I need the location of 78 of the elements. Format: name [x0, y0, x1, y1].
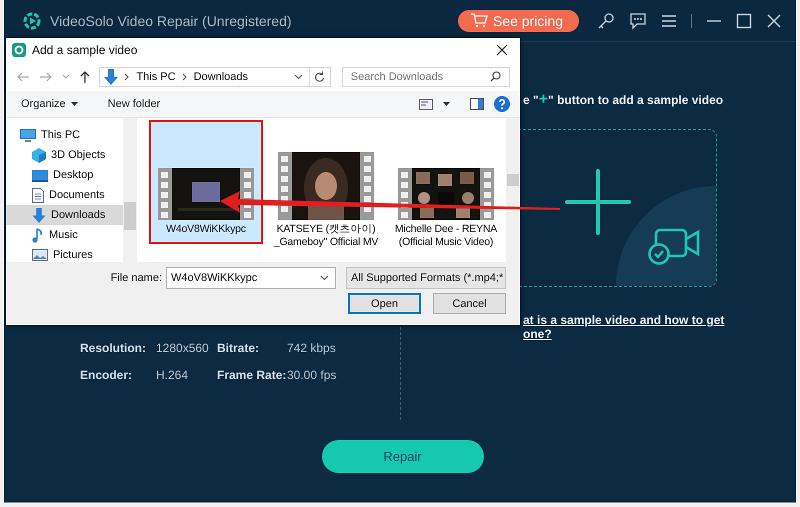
info-label: Frame Rate:	[217, 368, 287, 382]
nav-item[interactable]: 3D Objects	[6, 145, 123, 165]
desktop-icon	[32, 168, 48, 182]
open-button[interactable]: Open	[348, 293, 421, 314]
instruction-text: e "+" button to add a sample video	[523, 91, 724, 109]
search-field[interactable]: Search Downloads	[342, 66, 510, 86]
help-icon[interactable]	[494, 96, 510, 112]
refresh-icon	[314, 70, 326, 82]
info-label: Resolution:	[80, 341, 147, 355]
nav-label: Downloads	[51, 209, 106, 221]
help-link[interactable]: at is a sample video and how to get one?	[523, 313, 743, 341]
chevron-right-icon	[182, 72, 188, 80]
breadcrumb-item[interactable]: This PC	[136, 70, 176, 82]
chevron-down-icon	[320, 275, 329, 281]
nav-item[interactable]: Documents	[6, 185, 123, 205]
logo-icon	[22, 10, 42, 30]
nav-label: 3D Objects	[51, 149, 106, 161]
chevron-down-icon[interactable]	[294, 74, 303, 80]
file-name-value: W4oV8WiKKkypc	[171, 272, 258, 284]
caret-icon	[70, 102, 78, 106]
nav-item[interactable]: Pictures	[6, 245, 123, 265]
document-icon	[32, 188, 44, 202]
download-icon	[104, 68, 118, 84]
nav-label: This PC	[41, 129, 80, 141]
search-placeholder: Search Downloads	[350, 70, 444, 82]
file-type-dropdown[interactable]: All Supported Formats (*.mp4;*	[346, 267, 506, 289]
key-icon[interactable]	[597, 12, 615, 30]
search-icon	[490, 71, 502, 82]
scrollbar[interactable]	[123, 118, 137, 262]
nav-item[interactable]: Downloads	[6, 205, 123, 225]
maximize-icon[interactable]	[736, 12, 752, 28]
chat-icon[interactable]	[629, 12, 647, 30]
pictures-icon	[32, 249, 48, 261]
app-icon	[12, 43, 26, 57]
file-name: Michelle Dee - REYNA (Official Music Video)	[394, 223, 498, 249]
file-type-value: All Supported Formats (*.mp4;*	[351, 272, 504, 284]
nav-item[interactable]: Music	[6, 225, 123, 245]
cancel-button[interactable]: Cancel	[433, 293, 506, 314]
up-icon[interactable]	[78, 70, 90, 84]
file-name: KATSEYE (캣츠아이) _Gameboy" Official MV	[272, 223, 380, 249]
repair-button[interactable]: Repair	[322, 440, 484, 473]
breadcrumb-item[interactable]: Downloads	[194, 70, 248, 82]
cube-icon	[32, 148, 46, 162]
info-value: 742 kbps	[287, 341, 337, 355]
file-tile[interactable]: W4oV8WiKKkypc	[149, 120, 263, 244]
close-icon[interactable]	[496, 44, 508, 56]
info-value: H.264	[156, 368, 190, 382]
info-label: Bitrate:	[217, 341, 260, 355]
scrollbar[interactable]	[506, 118, 520, 262]
dialog-title: Add a sample video	[32, 43, 138, 57]
caret-icon[interactable]	[443, 102, 450, 106]
organize-menu[interactable]: Organize	[16, 98, 83, 110]
file-tile[interactable]: KATSEYE (캣츠아이) _Gameboy" Official MV	[269, 120, 383, 257]
file-name: W4oV8WiKKkypc	[165, 223, 247, 236]
nav-item[interactable]: This PC	[6, 125, 123, 145]
view-icon[interactable]	[419, 98, 433, 110]
nav-item[interactable]: Desktop	[6, 165, 123, 185]
window-title: VideoSolo Video Repair (Unregistered)	[50, 12, 292, 28]
address-bar[interactable]: This PC Downloads	[99, 66, 331, 86]
music-note-icon	[32, 228, 44, 242]
nav-label: Music	[49, 229, 78, 241]
info-value: 1280x560	[156, 341, 210, 355]
cart-icon	[470, 13, 488, 28]
nav-label: Documents	[49, 189, 105, 201]
menu-icon[interactable]	[661, 14, 677, 28]
file-name-label: File name:	[110, 272, 162, 284]
info-label: Encoder:	[80, 368, 134, 382]
computer-icon	[20, 128, 36, 142]
download-icon	[32, 208, 46, 222]
plus-icon[interactable]	[565, 169, 631, 235]
chevron-right-icon	[124, 72, 130, 80]
new-folder-button[interactable]: New folder	[102, 98, 166, 110]
nav-label: Desktop	[53, 169, 94, 181]
info-value: 30.00 fps	[287, 368, 338, 382]
file-name-field[interactable]: W4oV8WiKKkypc	[166, 267, 336, 289]
nav-label: Pictures	[53, 249, 93, 261]
preview-pane-icon[interactable]	[470, 98, 484, 110]
file-tile[interactable]: Michelle Dee - REYNA (Official Music Video)	[389, 120, 503, 257]
